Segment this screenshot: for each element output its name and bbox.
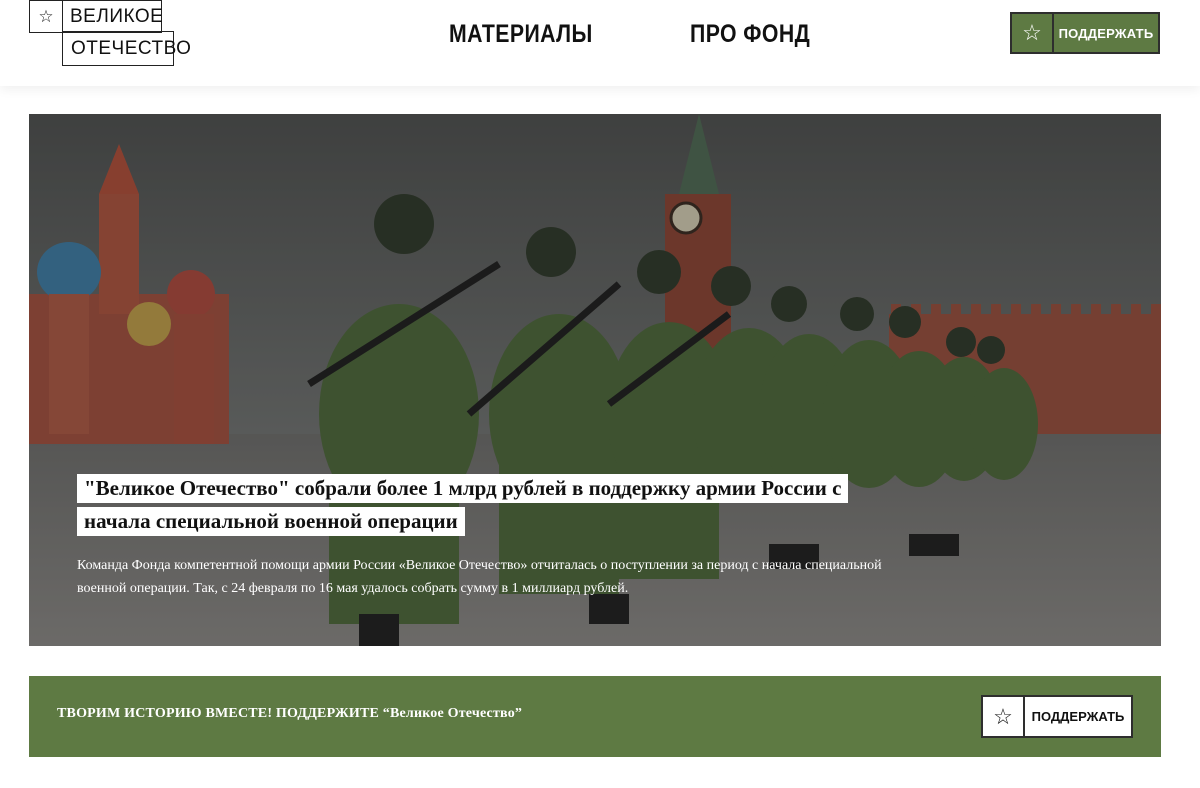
logo-text-line1: ВЕЛИКОЕ — [62, 0, 163, 33]
banner-support-button-label: ПОДДЕРЖАТЬ — [1031, 709, 1125, 724]
logo-text-line2: ОТЕЧЕСТВО — [62, 31, 191, 66]
hero-article-title[interactable]: "Великое Отечество" собрали более 1 млрд… — [77, 472, 857, 538]
site-logo[interactable]: ☆ ВЕЛИКОЕ ОТЕЧЕСТВО — [29, 0, 191, 66]
nav-link-materials[interactable]: МАТЕРИАЛЫ — [449, 16, 593, 52]
site-header: ☆ ВЕЛИКОЕ ОТЕЧЕСТВО МАТЕРИАЛЫ ПРО ФОНД ☆… — [0, 0, 1200, 86]
hero-article-title-text[interactable]: "Великое Отечество" собрали более 1 млрд… — [77, 474, 849, 536]
star-outline-icon: ☆ — [983, 697, 1025, 736]
hero-article-card[interactable]: "Великое Отечество" собрали более 1 млрд… — [29, 114, 1161, 646]
hero-article-description: Команда Фонда компетентной помощи армии … — [77, 558, 882, 596]
banner-support-button[interactable]: ☆ ПОДДЕРЖАТЬ — [981, 695, 1133, 738]
star-outline-icon: ☆ — [29, 0, 63, 33]
support-button[interactable]: ☆ ПОДДЕРЖАТЬ — [1010, 12, 1160, 54]
support-banner-text: ТВОРИМ ИСТОРИЮ ВМЕСТЕ! ПОДДЕРЖИТЕ “Велик… — [57, 706, 523, 721]
support-banner: ТВОРИМ ИСТОРИЮ ВМЕСТЕ! ПОДДЕРЖИТЕ “Велик… — [29, 676, 1161, 757]
nav-link-about-fund[interactable]: ПРО ФОНД — [690, 16, 810, 52]
star-outline-icon: ☆ — [1012, 14, 1054, 52]
support-button-label: ПОДДЕРЖАТЬ — [1058, 25, 1154, 41]
